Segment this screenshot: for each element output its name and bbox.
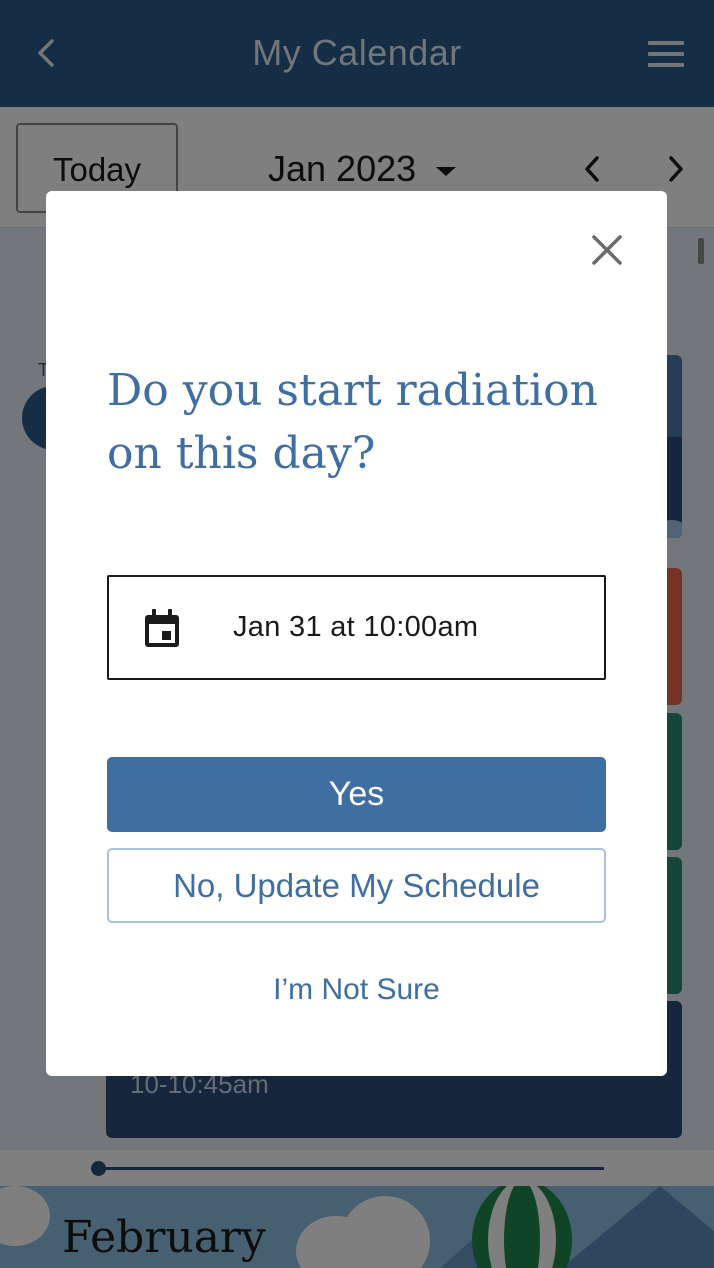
date-value: Jan 31 at 10:00am bbox=[233, 611, 479, 643]
yes-button[interactable]: Yes bbox=[107, 757, 606, 832]
dialog-title: Do you start radiation on this day? bbox=[107, 365, 598, 479]
not-sure-link[interactable]: I’m Not Sure bbox=[46, 973, 667, 1007]
radiation-start-dialog: Do you start radiation on this day? Jan … bbox=[46, 191, 667, 1076]
close-icon[interactable] bbox=[586, 229, 628, 271]
calendar-icon bbox=[143, 609, 181, 649]
update-schedule-button[interactable]: No, Update My Schedule bbox=[107, 848, 606, 923]
appointment-date-field[interactable]: Jan 31 at 10:00am bbox=[107, 575, 606, 680]
